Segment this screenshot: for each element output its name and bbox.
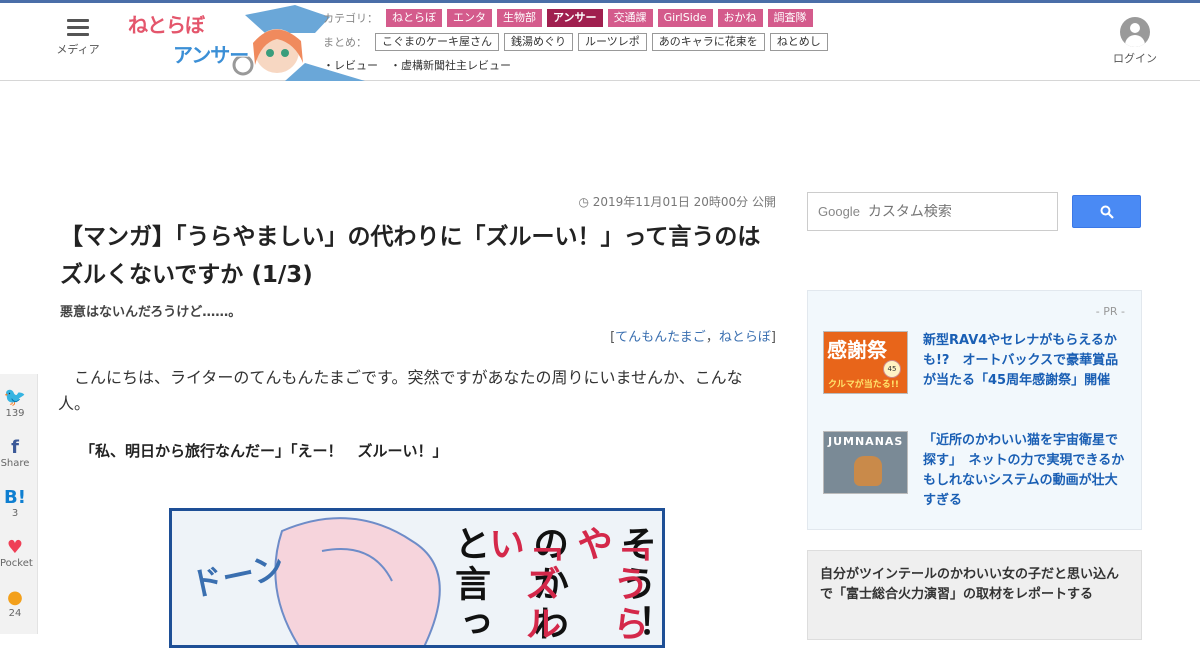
related-article[interactable]: 自分がツインテールのかわいい女の子だと思い込んで「富士総合火力演習」の取材をレポ… xyxy=(807,550,1142,640)
hatena-share-button[interactable]: B! 3 xyxy=(0,487,30,520)
facebook-share-button[interactable]: f Share xyxy=(0,437,30,470)
article-title: 【マンガ】「うらやましい」の代わりに「ズルーい！」って言うのはズルくないですか … xyxy=(60,224,761,288)
cat-image xyxy=(854,456,882,486)
custom-search-box: Google xyxy=(807,192,1058,231)
author-link[interactable]: てんもんたまご xyxy=(615,330,706,345)
manga-image[interactable]: ドーン そう！ 「うらや のかわ 「ズルい と言っ xyxy=(169,508,665,648)
summary-koguma[interactable]: こぐまのケーキ屋さん xyxy=(375,33,499,51)
facebook-icon: f xyxy=(11,437,19,458)
kyoko-review-link[interactable]: ・虚構新聞社主レビュー xyxy=(390,57,511,73)
search-input[interactable] xyxy=(867,203,1038,220)
site-header: メディア ねとらぼ アンサー カテゴリ： ねとらぼ エンタ 生物部 アンサー 交… xyxy=(0,3,1200,81)
category-girlside[interactable]: GirlSide xyxy=(657,9,713,27)
category-chousatai[interactable]: 調査隊 xyxy=(767,9,813,27)
summary-hanataba[interactable]: あのキャラに花束を xyxy=(651,33,765,51)
summary-label: まとめ： xyxy=(323,36,367,49)
category-label: カテゴリ： xyxy=(323,12,378,25)
summary-nav: まとめ： こぐまのケーキ屋さん 銭湯めぐり ルーツレポ あのキャラに花束を ねと… xyxy=(323,33,833,51)
category-okane[interactable]: おかね xyxy=(717,9,763,27)
pocket-share-button[interactable]: ♥ Pocket xyxy=(0,537,33,570)
related-article-title[interactable]: 自分がツインテールのかわいい女の子だと思い込んで「富士総合火力演習」の取材をレポ… xyxy=(820,565,1125,605)
google-logo: Google xyxy=(818,204,860,219)
pr-item-link[interactable]: 「近所のかわいい猫を宇宙衛星で探す」 ネットの力で実現できるかもしれないシステム… xyxy=(923,431,1128,511)
site-link[interactable]: ねとらぼ xyxy=(719,330,771,345)
category-netorabo[interactable]: ねとらぼ xyxy=(386,9,442,27)
summary-roots[interactable]: ルーツレポ xyxy=(578,33,647,51)
twitter-icon: 🐦 xyxy=(3,387,27,408)
hatena-count: 3 xyxy=(11,508,19,519)
review-link[interactable]: ・レビュー xyxy=(323,57,378,73)
pr-thumbnail: 感謝祭 45 クルマが当たる!! xyxy=(823,331,908,394)
pr-thumb-title: JUMNANAS xyxy=(828,435,904,448)
manga-text-col-4: 「ズルい xyxy=(483,525,561,645)
category-answer[interactable]: アンサー xyxy=(547,9,603,27)
comment-share-button[interactable]: ● 24 xyxy=(0,587,30,620)
pr-item-link[interactable]: 新型RAV4やセレナがもらえるかも!? オートバックスで豪華賞品が当たる「45周… xyxy=(923,331,1128,391)
comment-count: 24 xyxy=(8,608,22,619)
manga-text-col-5: と言っ xyxy=(449,525,491,645)
pr-thumb-sub: クルマが当たる!! xyxy=(828,380,899,390)
pr-label: - PR - xyxy=(1095,305,1125,318)
comment-icon: ● xyxy=(7,587,23,608)
clock-icon: ◷ xyxy=(578,195,593,209)
summary-netomeshi[interactable]: ねとめし xyxy=(769,33,828,51)
login-label: ログイン xyxy=(1113,52,1157,65)
twitter-count: 139 xyxy=(5,408,25,419)
facebook-label: Share xyxy=(0,458,30,469)
article-subtitle: 悪意はないんだろうけど……。 xyxy=(60,305,242,320)
category-enta[interactable]: エンタ xyxy=(447,9,492,27)
category-koutsuka[interactable]: 交通課 xyxy=(607,9,653,27)
article-byline: [てんもんたまご，ねとらぼ] xyxy=(610,330,776,345)
category-seibutsubu[interactable]: 生物部 xyxy=(497,9,542,27)
pr-box: - PR - 感謝祭 45 クルマが当たる!! 新型RAV4やセレナがもらえるか… xyxy=(807,290,1142,530)
publish-date: ◷ 2019年11月01日 20時00分 公開 xyxy=(520,193,776,210)
pr-thumb-badge: 45 xyxy=(883,360,901,378)
pr-thumbnail: JUMNANAS xyxy=(823,431,908,494)
pr-thumb-title: 感謝祭 xyxy=(827,338,887,362)
search-icon xyxy=(1100,205,1114,219)
user-avatar-icon xyxy=(1120,17,1150,47)
article-quote: 「私、明日から旅行なんだー」「えー！ ズルーい！」 xyxy=(80,442,448,460)
logo-text-answer: アンサー xyxy=(173,43,249,67)
media-menu-button[interactable]: メディア xyxy=(50,19,106,57)
manga-text-col-2: 「うらや xyxy=(571,525,649,645)
publish-date-text: 2019年11月01日 20時00分 公開 xyxy=(592,195,776,209)
logo-text-netorabo: ねとらぼ xyxy=(128,13,205,37)
share-bar: 🐦 139 f Share B! 3 ♥ Pocket ● 24 xyxy=(0,374,38,634)
hatena-icon: B! xyxy=(4,487,26,508)
review-nav: ・レビュー ・虚構新聞社主レビュー xyxy=(323,57,523,73)
pocket-label: Pocket xyxy=(0,558,33,569)
login-button[interactable]: ログイン xyxy=(1110,17,1160,66)
pocket-icon: ♥ xyxy=(6,537,24,558)
search-button[interactable] xyxy=(1072,195,1141,228)
twitter-share-button[interactable]: 🐦 139 xyxy=(0,387,30,420)
category-nav: カテゴリ： ねとらぼ エンタ 生物部 アンサー 交通課 GirlSide おかね… xyxy=(323,9,818,27)
hamburger-icon xyxy=(67,19,89,36)
summary-sento[interactable]: 銭湯めぐり xyxy=(504,33,573,51)
menu-label: メディア xyxy=(56,43,100,56)
article-paragraph: こんにちは、ライターのてんもんたまごです。突然ですがあなたの周りにいませんか、こ… xyxy=(58,368,743,413)
